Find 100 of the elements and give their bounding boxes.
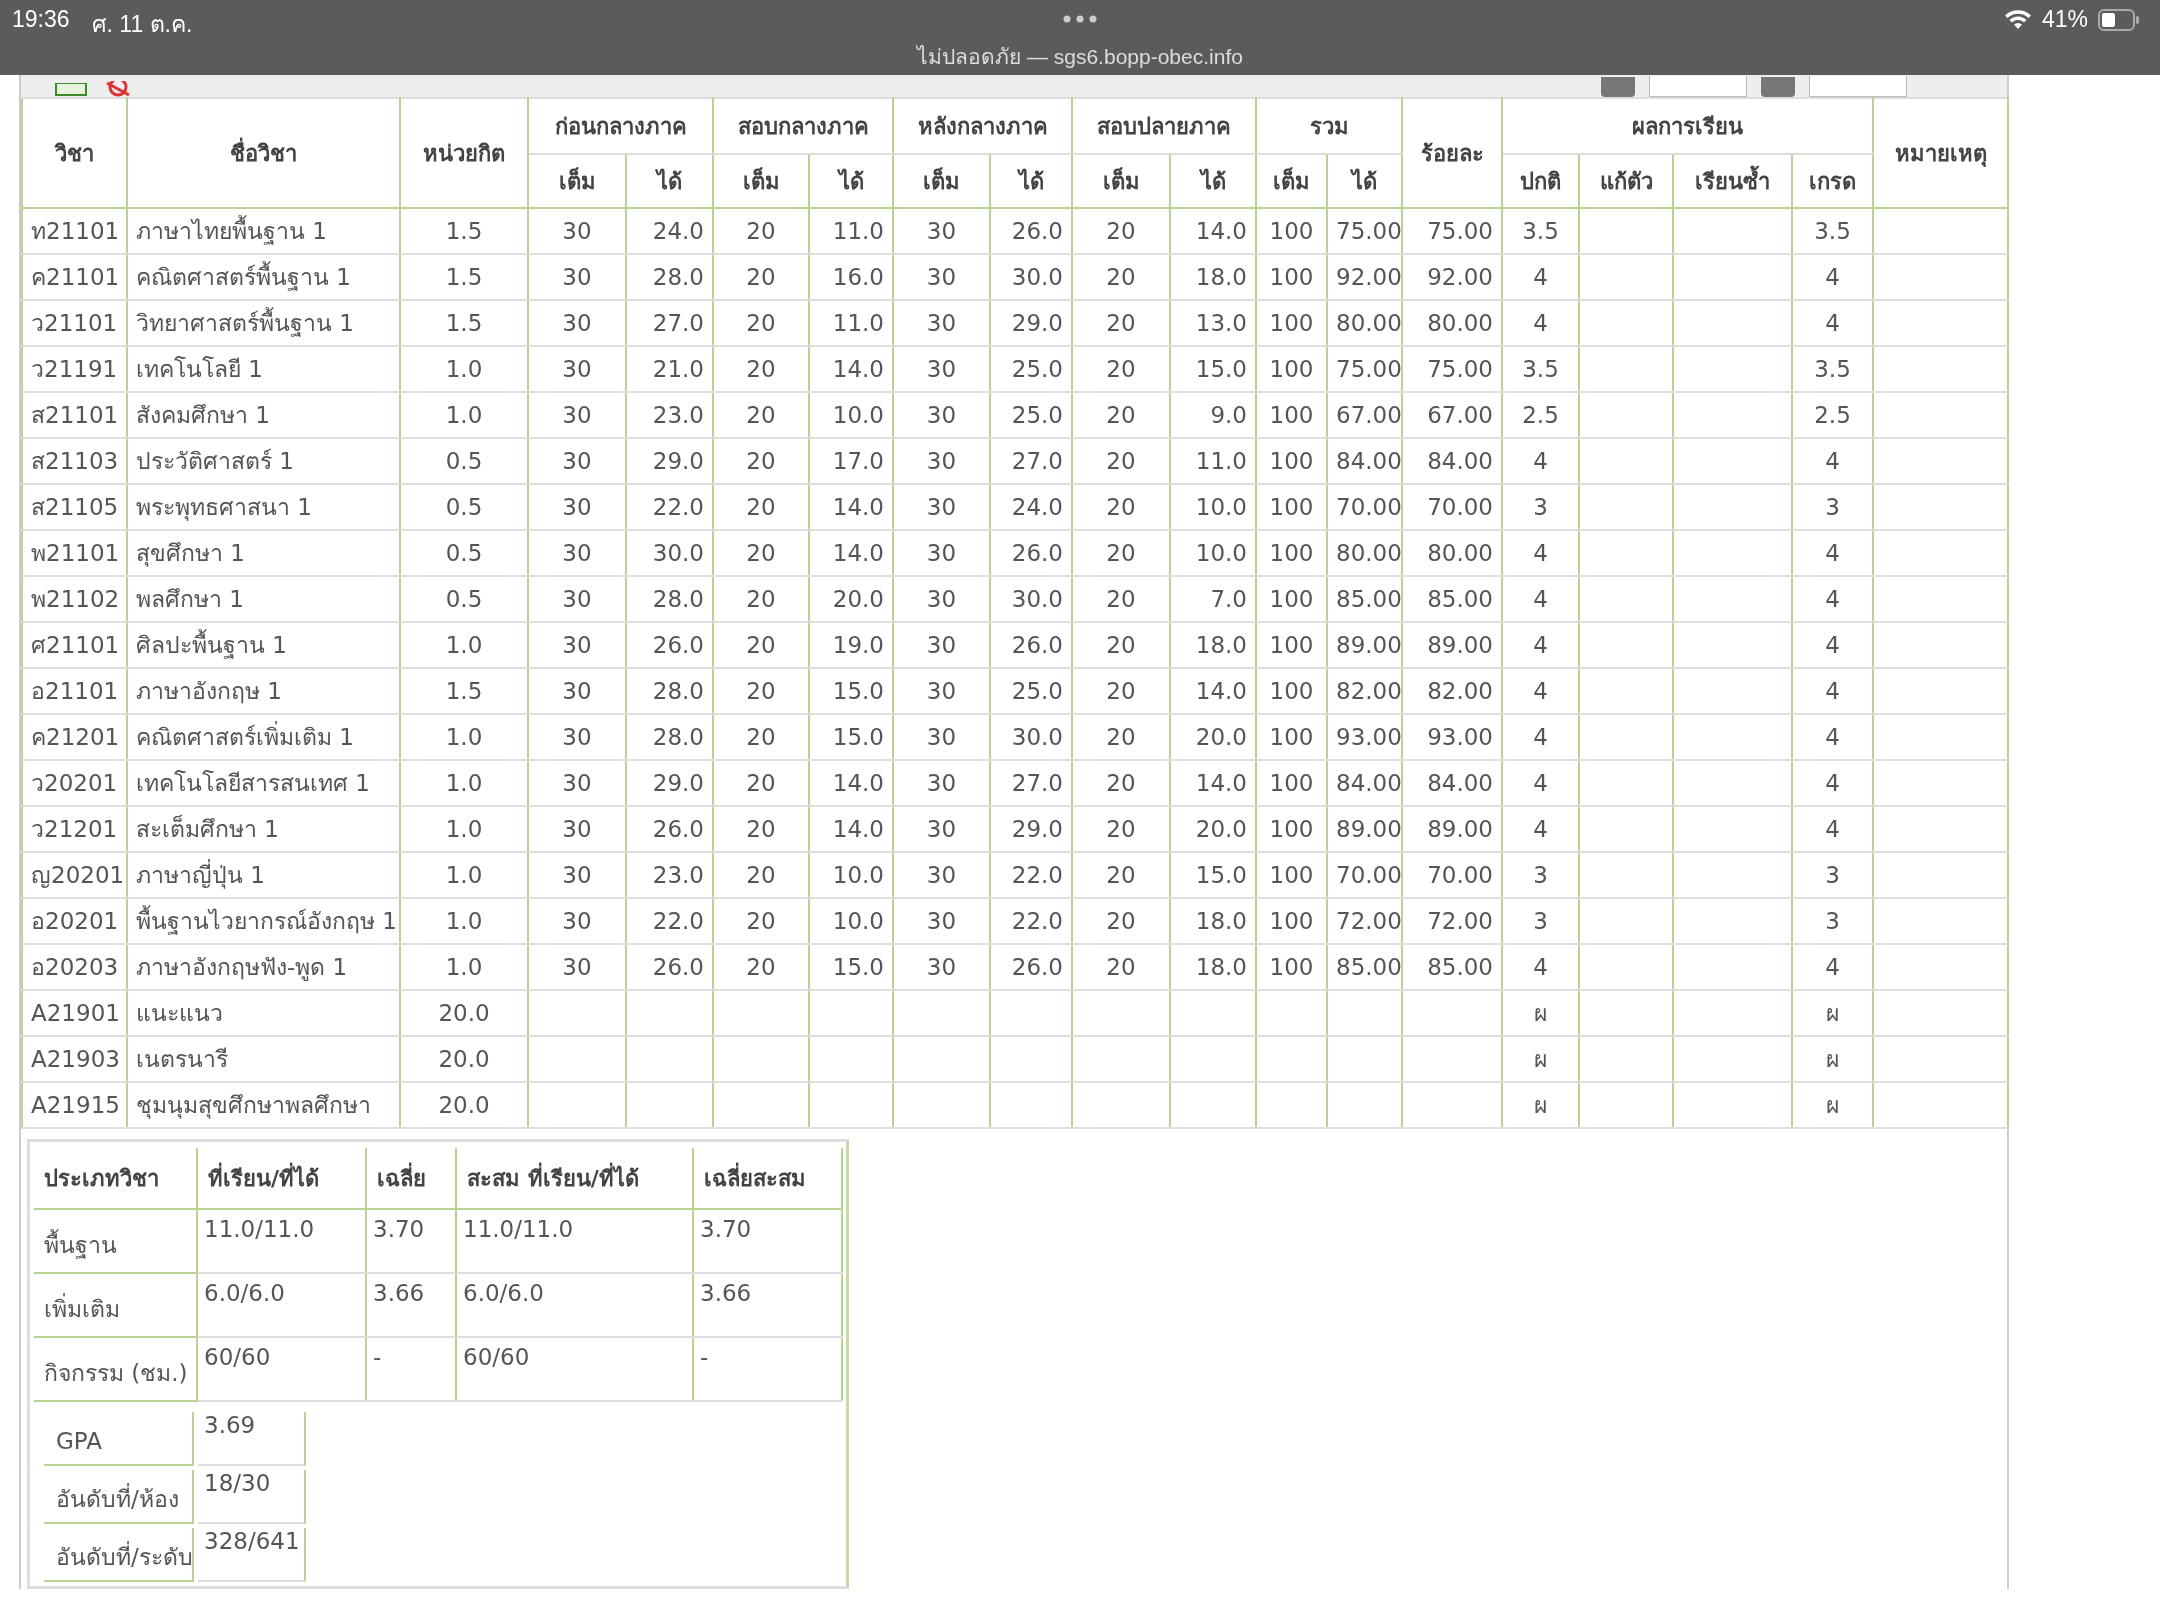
table-cell: 4 [1792,576,1873,622]
table-cell: 67.00 [1327,392,1402,438]
table-cell: 100 [1256,944,1327,990]
table-cell: 60/60 [197,1337,366,1401]
table-cell: พระพุทธศาสนา 1 [127,484,400,530]
table-cell: 100 [1256,622,1327,668]
table-cell: 29.0 [626,760,713,806]
table-cell: 100 [1256,530,1327,576]
table-cell: 17.0 [809,438,893,484]
table-cell: 20 [713,438,809,484]
column-header: วิชา [22,98,127,208]
table-cell: 100 [1256,208,1327,254]
table-cell: 30 [528,622,626,668]
table-cell: 20 [713,530,809,576]
table-cell: 26.0 [990,622,1072,668]
table-cell: ท21101 [22,208,127,254]
table-cell: อ20201 [22,898,127,944]
column-group-header: รวม [1256,98,1402,154]
table-cell: 30 [528,346,626,392]
stat-value: 18/30 [198,1470,306,1524]
table-cell: 20 [1072,530,1170,576]
table-cell: 1.0 [400,760,528,806]
table-cell: 0.5 [400,438,528,484]
table-cell: 93.00 [1327,714,1402,760]
table-cell: 4 [1502,806,1579,852]
table-cell: 9.0 [1170,392,1256,438]
table-cell: 30 [893,944,990,990]
table-cell: 10.0 [1170,530,1256,576]
table-cell: 28.0 [626,668,713,714]
table-cell: 22.0 [626,898,713,944]
table-cell: 30 [528,300,626,346]
table-cell: 14.0 [809,530,893,576]
table-cell: 1.0 [400,944,528,990]
table-cell: 2.5 [1502,392,1579,438]
table-cell: 3.5 [1502,208,1579,254]
table-cell: คณิตศาสตร์เพิ่มเติม 1 [127,714,400,760]
table-cell: เพิ่มเติม [34,1273,197,1337]
table-cell: ผ [1502,990,1579,1036]
table-cell: 1.5 [400,254,528,300]
table-cell: 15.0 [809,714,893,760]
table-cell: 25.0 [990,392,1072,438]
table-cell: เนตรนารี [127,1036,400,1082]
column-header: เต็ม [528,154,626,208]
table-cell: 18.0 [1170,254,1256,300]
table-cell: ส21101 [22,392,127,438]
table-cell: 16.0 [809,254,893,300]
table-cell: 30 [893,852,990,898]
table-cell: 20 [1072,898,1170,944]
table-cell: 24.0 [626,208,713,254]
table-cell: 27.0 [990,760,1072,806]
table-cell: ผ [1502,1082,1579,1128]
table-cell: แนะแนว [127,990,400,1036]
table-cell: 15.0 [1170,346,1256,392]
page-field[interactable] [1649,76,1747,97]
table-cell: 4 [1502,714,1579,760]
table-cell: 20 [1072,760,1170,806]
table-cell: 4 [1502,438,1579,484]
table-cell: 20.0 [400,990,528,1036]
battery-percent: 41% [2041,6,2088,33]
page-size-field[interactable] [1809,76,1907,97]
table-cell: 30 [528,254,626,300]
table-cell: 7.0 [1170,576,1256,622]
table-cell: 26.0 [626,806,713,852]
wifi-icon [2003,8,2032,31]
table-cell: 29.0 [626,438,713,484]
table-cell: 22.0 [990,852,1072,898]
table-cell: ว20201 [22,760,127,806]
table-cell: 20 [1072,392,1170,438]
table-cell: กิจกรรม (ชม.) [34,1337,197,1401]
table-cell: ว21191 [22,346,127,392]
column-header: ปกติ [1502,154,1579,208]
table-cell: ค21101 [22,254,127,300]
table-cell: 18.0 [1170,944,1256,990]
table-cell: 20 [713,208,809,254]
more-icon[interactable] [1063,15,1097,23]
table-cell: ประวัติศาสตร์ 1 [127,438,400,484]
previous-page-button[interactable] [1601,77,1635,97]
table-cell: A21903 [22,1036,127,1082]
table-cell: 30 [528,760,626,806]
table-cell: ภาษาอังกฤษฟัง-พูด 1 [127,944,400,990]
table-cell: 20 [713,760,809,806]
table-cell: 30.0 [990,254,1072,300]
stat-label: อันดับที่/ระดับ [44,1528,194,1582]
next-page-button[interactable] [1761,77,1795,97]
table-cell: 3.5 [1792,208,1873,254]
table-cell: 100 [1256,346,1327,392]
table-cell: A21915 [22,1082,127,1128]
table-cell: ส21103 [22,438,127,484]
table-cell: 20 [1072,254,1170,300]
table-cell: 100 [1256,300,1327,346]
table-cell: 92.00 [1402,254,1502,300]
table-cell: 14.0 [1170,208,1256,254]
table-cell: 20 [1072,300,1170,346]
table-cell: 11.0 [809,300,893,346]
table-cell: 20 [1072,714,1170,760]
address-bar[interactable]: ไม่ปลอดภัย — sgs6.bopp-obec.info [917,40,1243,73]
table-cell: 30 [528,438,626,484]
table-cell: 20 [1072,208,1170,254]
column-header: สะสม ที่เรียน/ที่ได้ [456,1148,693,1209]
table-cell: 4 [1792,300,1873,346]
